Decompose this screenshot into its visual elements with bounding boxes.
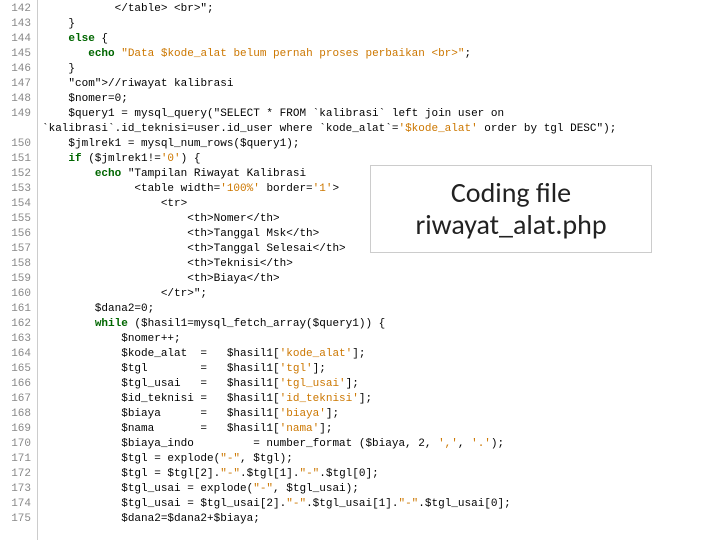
line-number: 146 [2,62,31,77]
code-line: echo "Data $kode_alat belum pernah prose… [42,47,716,62]
code-line: $dana2=0; [42,302,716,317]
code-line: $query1 = mysql_query("SELECT * FROM `ka… [42,107,716,122]
code-line: $nomer=0; [42,92,716,107]
code-line: $kode_alat = $hasil1['kode_alat']; [42,347,716,362]
line-number: 161 [2,302,31,317]
line-number: 150 [2,137,31,152]
line-number: 166 [2,377,31,392]
code-line: $biaya = $hasil1['biaya']; [42,407,716,422]
line-number: 153 [2,182,31,197]
line-number: 158 [2,257,31,272]
code-line: $nama = $hasil1['nama']; [42,422,716,437]
code-line: while ($hasil1=mysql_fetch_array($query1… [42,317,716,332]
line-number: 149 [2,107,31,122]
code-line: $tgl_usai = $tgl_usai[2]."-".$tgl_usai[1… [42,497,716,512]
code-line: } [42,62,716,77]
code-line: } [42,17,716,32]
code-line: </tr>"; [42,287,716,302]
code-line: $tgl = explode("-", $tgl); [42,452,716,467]
line-number: 171 [2,452,31,467]
code-line: `kalibrasi`.id_teknisi=user.id_user wher… [42,122,716,137]
line-number: 143 [2,17,31,32]
line-number: 163 [2,332,31,347]
line-number: 144 [2,32,31,47]
code-line: </table> <br>"; [42,2,716,17]
line-number-gutter: 1421431441451461471481491501511521531541… [0,0,38,540]
code-line: else { [42,32,716,47]
code-line: $biaya_indo = number_format ($biaya, 2, … [42,437,716,452]
code-line: $id_teknisi = $hasil1['id_teknisi']; [42,392,716,407]
line-number: 147 [2,77,31,92]
line-number: 159 [2,272,31,287]
line-number: 151 [2,152,31,167]
code-line: $tgl_usai = explode("-", $tgl_usai); [42,482,716,497]
code-line: <th>Biaya</th> [42,272,716,287]
code-area[interactable]: </table> <br>"; } else { echo "Data $kod… [38,0,720,540]
line-number: 175 [2,512,31,527]
line-number: 169 [2,422,31,437]
line-number: 148 [2,92,31,107]
line-number [2,122,31,137]
line-number: 152 [2,167,31,182]
code-line: "com">//riwayat kalibrasi [42,77,716,92]
line-number: 173 [2,482,31,497]
line-number: 142 [2,2,31,17]
code-line: $dana2=$dana2+$biaya; [42,512,716,527]
line-number: 168 [2,407,31,422]
code-line: <th>Teknisi</th> [42,257,716,272]
code-line: $tgl = $hasil1['tgl']; [42,362,716,377]
code-line: $tgl_usai = $hasil1['tgl_usai']; [42,377,716,392]
line-number: 157 [2,242,31,257]
code-editor: 1421431441451461471481491501511521531541… [0,0,720,540]
line-number: 167 [2,392,31,407]
code-line: $jmlrek1 = mysql_num_rows($query1); [42,137,716,152]
line-number: 145 [2,47,31,62]
line-number: 172 [2,467,31,482]
line-number: 154 [2,197,31,212]
line-number: 165 [2,362,31,377]
line-number: 155 [2,212,31,227]
line-number: 174 [2,497,31,512]
caption-text: Coding file riwayat_alat.php [371,177,651,241]
caption-overlay: Coding file riwayat_alat.php [370,165,652,253]
code-line: $tgl = $tgl[2]."-".$tgl[1]."-".$tgl[0]; [42,467,716,482]
line-number: 156 [2,227,31,242]
code-line: $nomer++; [42,332,716,347]
line-number: 160 [2,287,31,302]
line-number: 170 [2,437,31,452]
line-number: 162 [2,317,31,332]
line-number: 164 [2,347,31,362]
